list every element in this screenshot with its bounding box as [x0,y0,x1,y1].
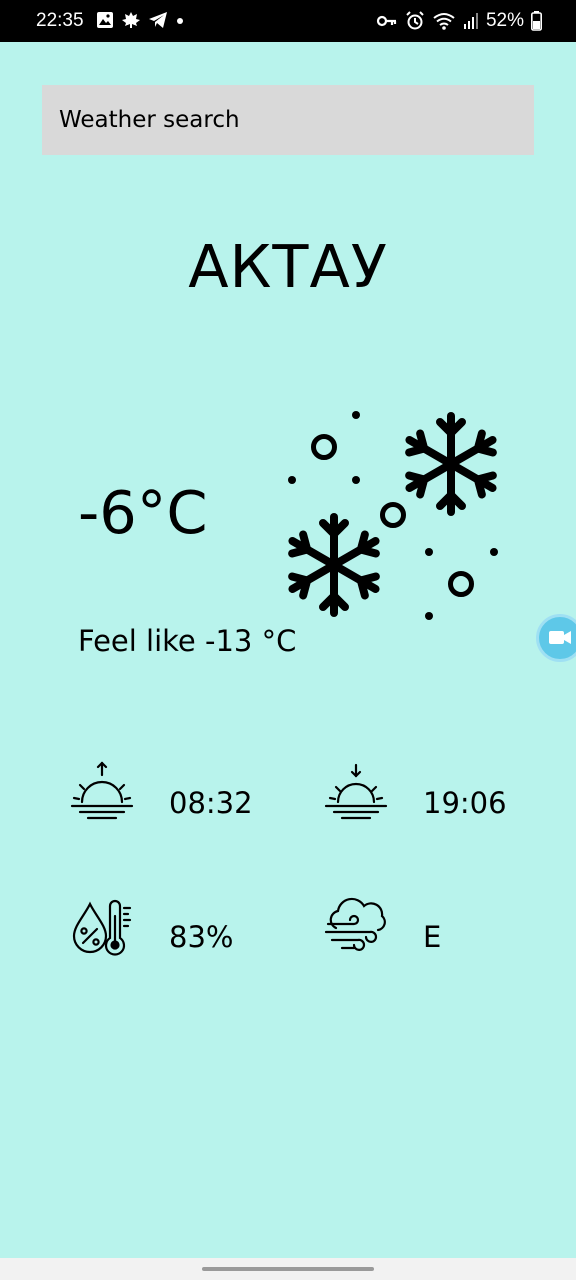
wind-cloud-icon [324,897,386,951]
floating-video-button[interactable] [536,614,576,662]
wifi-icon [433,13,455,30]
humidity-value: 83% [169,920,234,954]
current-temperature: -6°C [78,478,208,547]
navigation-bar [0,1258,576,1280]
battery-percent: 52% [485,10,524,31]
home-gesture-handle[interactable] [202,1267,374,1271]
sunrise-icon [70,761,134,820]
video-camera-icon [549,631,571,644]
sunset-icon [324,763,388,820]
wind-direction: E [423,920,442,954]
battery-icon [531,11,542,31]
gallery-icon [97,12,113,28]
weather-search-input[interactable]: Weather search [42,85,534,155]
status-bar: 22:35 52% [0,0,576,42]
vpn-key-icon [376,15,397,27]
status-time: 22:35 [36,10,84,31]
telegram-icon [149,12,167,28]
city-name: АКТАУ [188,232,388,301]
humidity-thermometer-icon [72,899,132,956]
maple-leaf-icon [122,12,140,28]
dot-icon [177,18,183,24]
feels-like: Feel like -13 °C [78,624,297,658]
snow-icon [288,411,498,620]
sunrise-time: 08:32 [169,786,253,820]
search-label: Weather search [59,107,240,133]
alarm-icon [406,11,424,30]
signal-icon [463,13,478,29]
sunset-time: 19:06 [423,786,507,820]
